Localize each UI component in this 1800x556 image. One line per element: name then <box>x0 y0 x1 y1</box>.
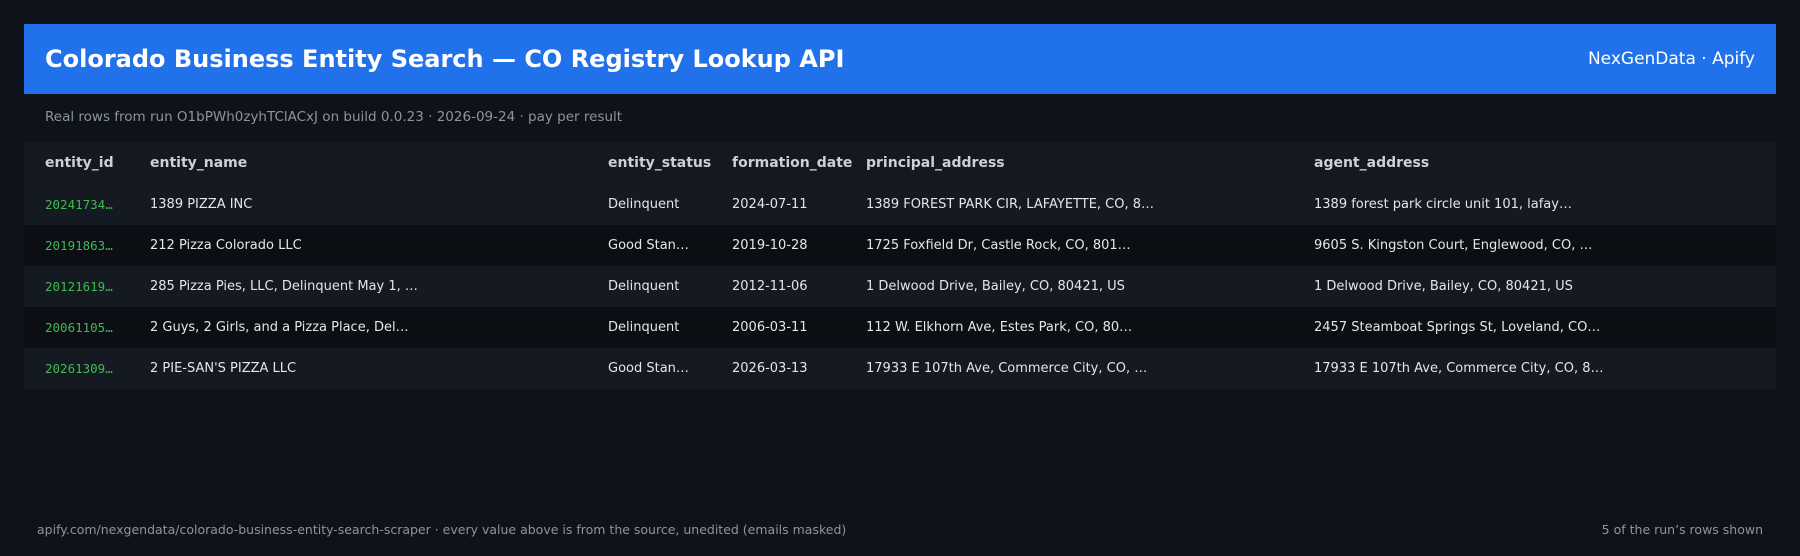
table-row[interactable]: 20061105… 2 Guys, 2 Girls, and a Pizza P… <box>24 307 1776 348</box>
rows-shown-count: 5 of the run’s rows shown <box>1601 522 1763 537</box>
app-header: Colorado Business Entity Search — CO Reg… <box>24 24 1776 94</box>
agent-address-cell: 2457 Steamboat Springs St, Loveland, CO… <box>1314 320 1601 335</box>
agent-address-cell: 1 Delwood Drive, Bailey, CO, 80421, US <box>1314 279 1573 294</box>
agent-address-cell: 1389 forest park circle unit 101, lafay… <box>1314 197 1572 212</box>
entity-status-cell: Delinquent <box>608 279 680 294</box>
entity-id-cell: 20121619… <box>45 279 113 294</box>
table-row[interactable]: 20241734… 1389 PIZZA INC Delinquent 2024… <box>24 184 1776 225</box>
column-header-entity-name[interactable]: entity_name <box>150 142 600 184</box>
column-header-agent-address[interactable]: agent_address <box>1314 142 1769 184</box>
entity-name-cell: 1389 PIZZA INC <box>150 197 253 212</box>
entity-id-cell: 20061105… <box>45 320 113 335</box>
table-row[interactable]: 20191863… 212 Pizza Colorado LLC Good St… <box>24 225 1776 266</box>
entity-status-cell: Delinquent <box>608 320 680 335</box>
entity-name-cell: 2 Guys, 2 Girls, and a Pizza Place, Del… <box>150 320 409 335</box>
entity-id-cell: 20241734… <box>45 197 113 212</box>
entity-status-cell: Good Stan… <box>608 238 689 253</box>
agent-address-cell: 9605 S. Kingston Court, Englewood, CO, … <box>1314 238 1593 253</box>
entity-status-cell: Good Stan… <box>608 361 689 376</box>
column-header-principal-address[interactable]: principal_address <box>866 142 1306 184</box>
results-table: entity_id entity_name entity_status form… <box>24 142 1776 389</box>
entity-id-cell: 20261309… <box>45 361 113 376</box>
run-info: Real rows from run O1bPWh0zyhTClACxJ on … <box>45 109 623 125</box>
table-header-row: entity_id entity_name entity_status form… <box>24 142 1776 184</box>
column-header-entity-id[interactable]: entity_id <box>45 142 140 184</box>
principal-address-cell: 1725 Foxfield Dr, Castle Rock, CO, 801… <box>866 238 1131 253</box>
column-header-formation-date[interactable]: formation_date <box>732 142 862 184</box>
formation-date-cell: 2006-03-11 <box>732 320 808 335</box>
principal-address-cell: 1389 FOREST PARK CIR, LAFAYETTE, CO, 8… <box>866 197 1155 212</box>
formation-date-cell: 2019-10-28 <box>732 238 808 253</box>
principal-address-cell: 17933 E 107th Ave, Commerce City, CO, … <box>866 361 1148 376</box>
source-note: apify.com/nexgendata/colorado-business-e… <box>37 522 847 537</box>
agent-address-cell: 17933 E 107th Ave, Commerce City, CO, 8… <box>1314 361 1604 376</box>
formation-date-cell: 2026-03-13 <box>732 361 808 376</box>
entity-name-cell: 2 PIE-SAN'S PIZZA LLC <box>150 361 297 376</box>
table-row[interactable]: 20261309… 2 PIE-SAN'S PIZZA LLC Good Sta… <box>24 348 1776 389</box>
entity-id-cell: 20191863… <box>45 238 113 253</box>
brand-label: NexGenData · Apify <box>1587 49 1755 69</box>
principal-address-cell: 1 Delwood Drive, Bailey, CO, 80421, US <box>866 279 1125 294</box>
formation-date-cell: 2012-11-06 <box>732 279 808 294</box>
formation-date-cell: 2024-07-11 <box>732 197 808 212</box>
entity-status-cell: Delinquent <box>608 197 680 212</box>
entity-name-cell: 212 Pizza Colorado LLC <box>150 238 302 253</box>
column-header-entity-status[interactable]: entity_status <box>608 142 726 184</box>
page-title: Colorado Business Entity Search — CO Reg… <box>45 45 845 73</box>
principal-address-cell: 112 W. Elkhorn Ave, Estes Park, CO, 80… <box>866 320 1133 335</box>
table-row[interactable]: 20121619… 285 Pizza Pies, LLC, Delinquen… <box>24 266 1776 307</box>
entity-name-cell: 285 Pizza Pies, LLC, Delinquent May 1, … <box>150 279 418 294</box>
